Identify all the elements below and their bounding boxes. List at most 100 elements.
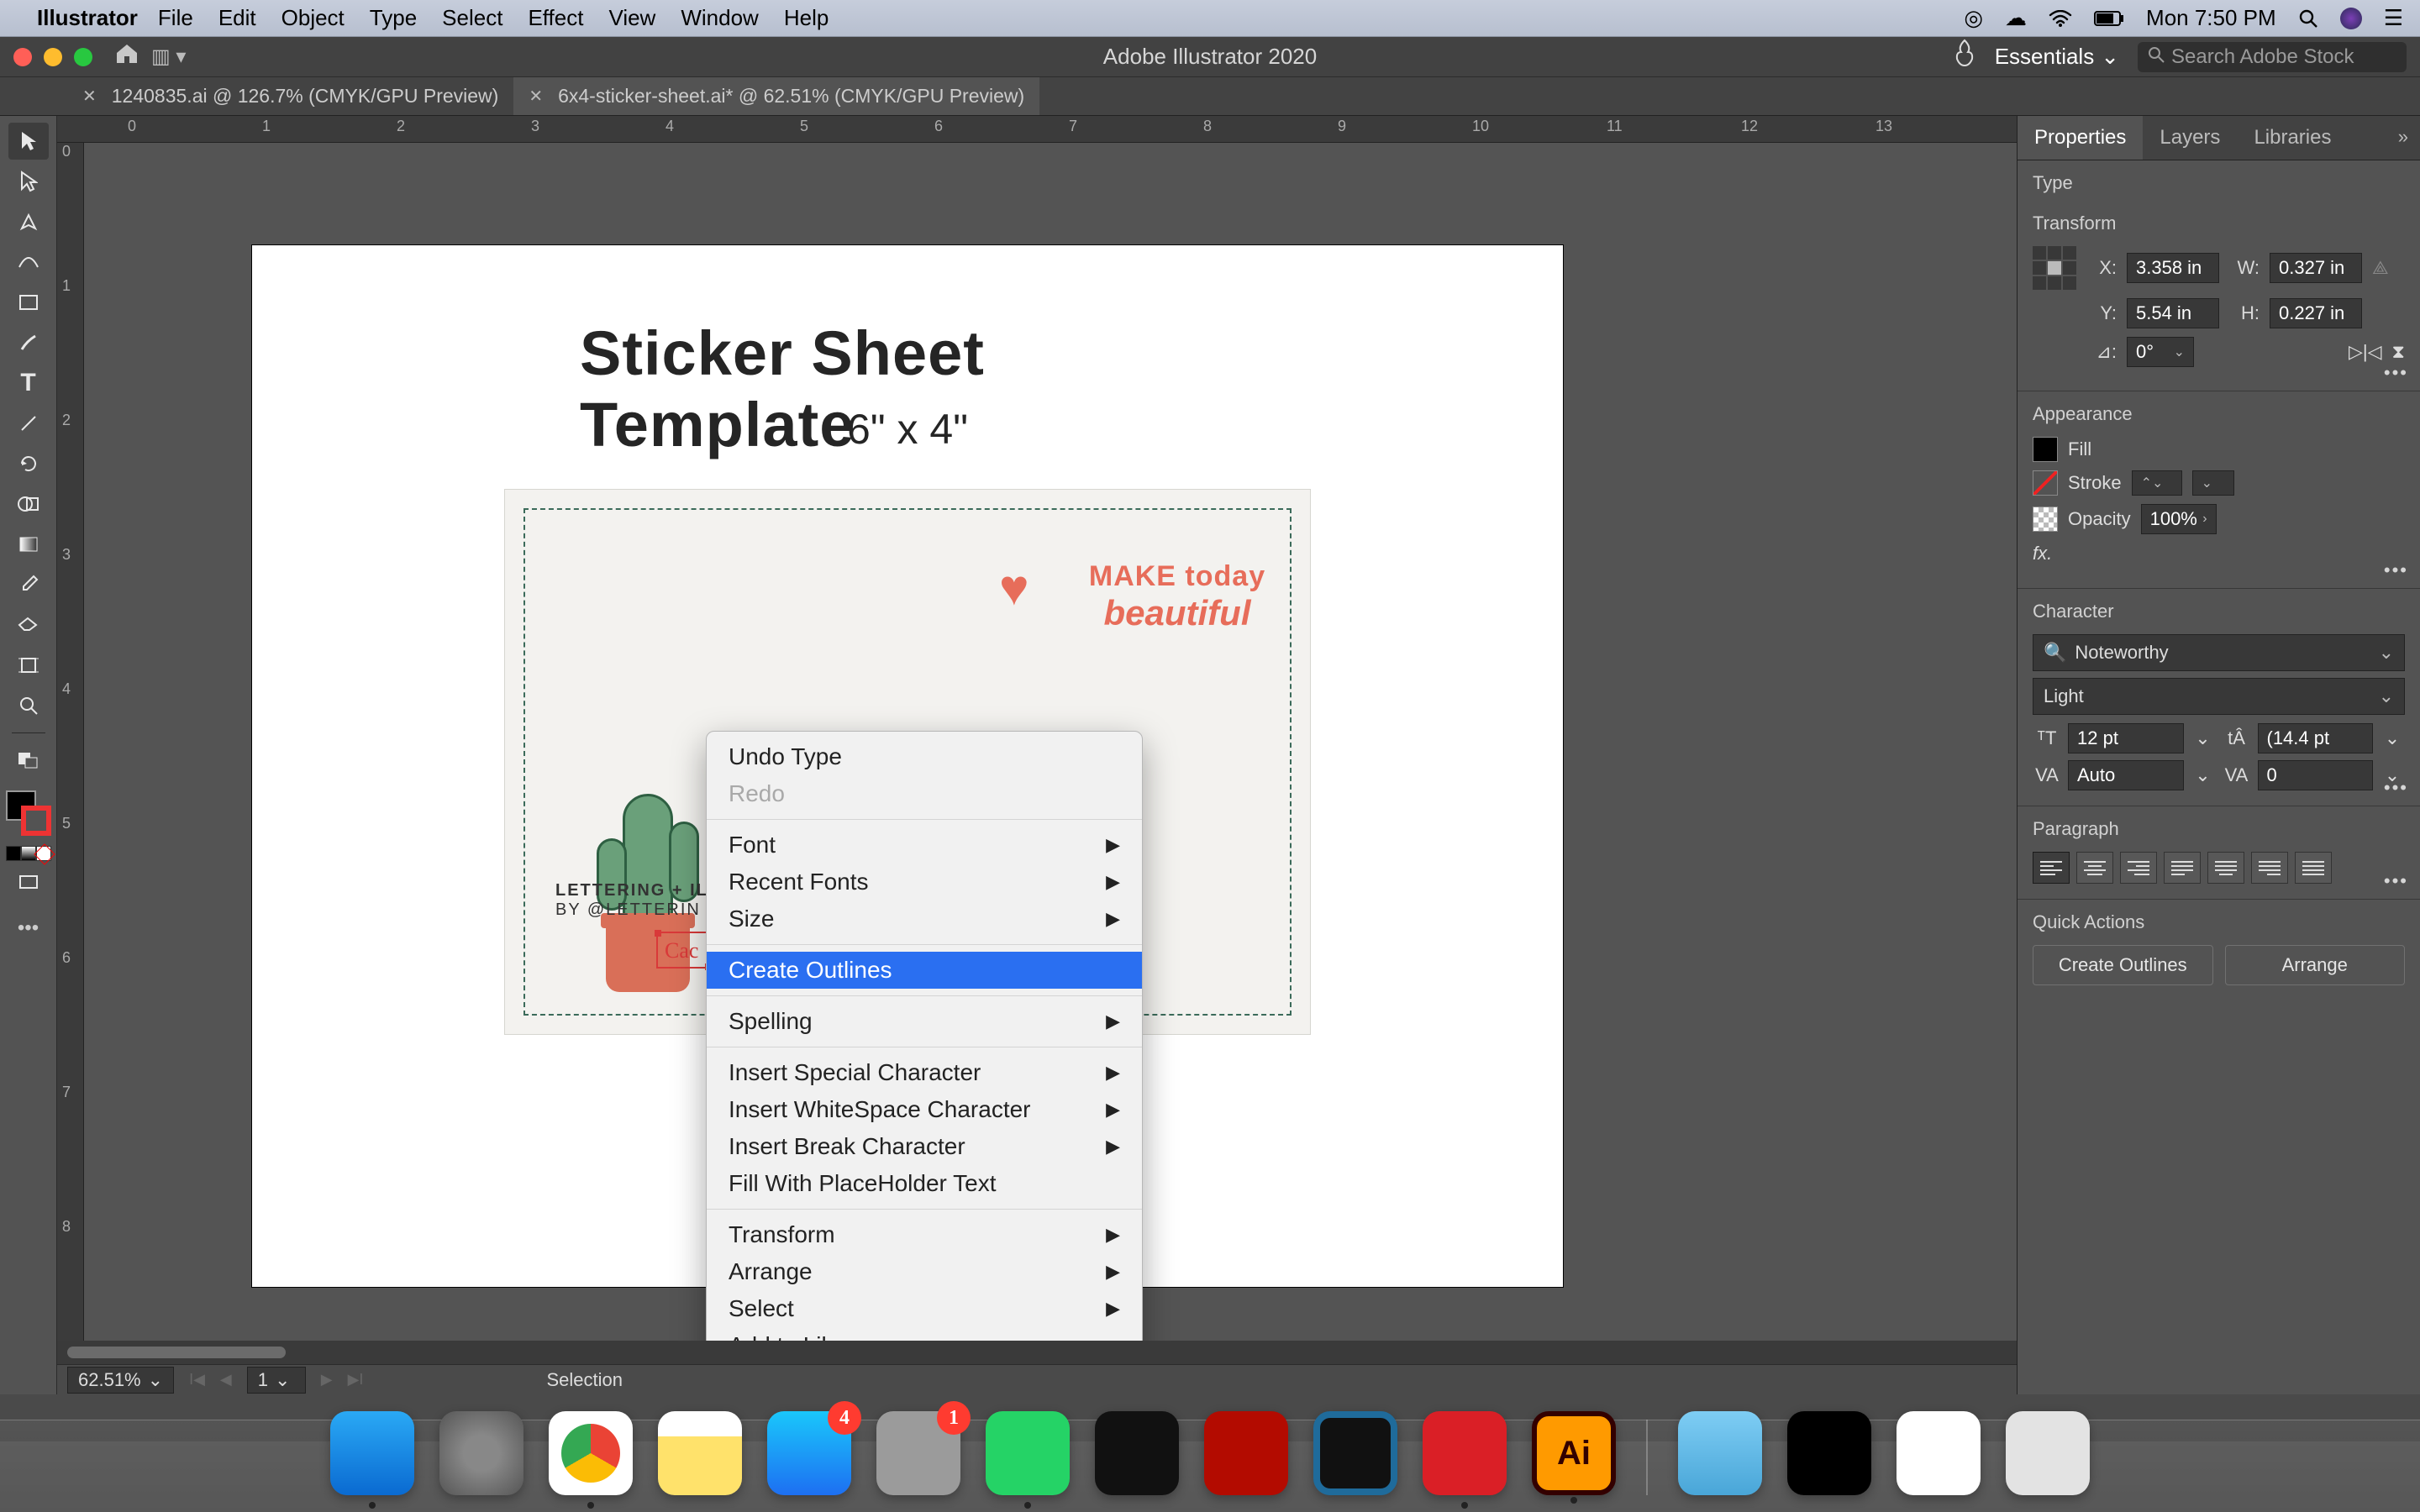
minimize-window-button[interactable] (44, 48, 62, 66)
dock-downloads-folder[interactable] (1678, 1411, 1762, 1495)
zoom-tool[interactable] (8, 687, 49, 724)
align-center-button[interactable] (2076, 852, 2113, 884)
ctx-font[interactable]: Font▶ (707, 827, 1142, 864)
justify-all-button[interactable] (2295, 852, 2332, 884)
stroke-profile-input[interactable]: ⌄ (2192, 470, 2234, 496)
ctx-insert-ws-char[interactable]: Insert WhiteSpace Character▶ (707, 1091, 1142, 1128)
dock-trash[interactable] (2006, 1411, 2090, 1495)
eyedropper-tool[interactable] (8, 566, 49, 603)
vertical-ruler[interactable]: 0 1 2 3 4 5 6 7 8 (57, 143, 84, 1341)
dock-creative-cloud[interactable] (1423, 1411, 1507, 1495)
dock-chrome[interactable] (549, 1411, 633, 1495)
lock-aspect-icon[interactable]: ⟁ (2372, 257, 2389, 279)
dock-launchpad[interactable] (439, 1411, 523, 1495)
tracking-input[interactable]: 0 (2258, 760, 2374, 790)
ctx-arrange[interactable]: Arrange▶ (707, 1253, 1142, 1290)
ctx-undo-type[interactable]: Undo Type (707, 738, 1142, 775)
color-mode-row[interactable] (6, 846, 51, 861)
ctx-insert-break-char[interactable]: Insert Break Character▶ (707, 1128, 1142, 1165)
scrollbar-thumb[interactable] (67, 1347, 286, 1358)
font-style-select[interactable]: Light ⌄ (2033, 678, 2405, 715)
dock-recent-app-1[interactable] (1787, 1411, 1871, 1495)
rotate-tool[interactable] (8, 445, 49, 482)
selection-tool[interactable] (8, 123, 49, 160)
dock-appstore[interactable]: 4 (767, 1411, 851, 1495)
panel-tab-libraries[interactable]: Libraries (2237, 116, 2348, 160)
adobe-stock-search[interactable]: Search Adobe Stock (2138, 42, 2407, 72)
ctx-spelling[interactable]: Spelling▶ (707, 1003, 1142, 1040)
control-center-icon[interactable]: ☰ (2384, 5, 2403, 31)
cloud-icon[interactable]: ☁ (2005, 5, 2027, 31)
height-input[interactable]: 0.227 in (2270, 298, 2362, 328)
draw-mode-icon[interactable] (8, 742, 49, 779)
document-tab-2[interactable]: ✕ 6x4-sticker-sheet.ai* @ 62.51% (CMYK/G… (513, 77, 1039, 115)
type-tool[interactable]: T (8, 365, 49, 402)
font-family-select[interactable]: 🔍 Noteworthy ⌄ (2033, 634, 2405, 671)
menu-type[interactable]: Type (370, 5, 417, 31)
ctx-select[interactable]: Select▶ (707, 1290, 1142, 1327)
more-options-icon[interactable]: ••• (2384, 362, 2408, 384)
menubar-app-name[interactable]: Illustrator (37, 5, 138, 31)
menu-edit[interactable]: Edit (218, 5, 256, 31)
dock-illustrator[interactable]: Ai (1532, 1411, 1616, 1495)
cc-status-icon[interactable]: ◎ (1964, 5, 1983, 31)
menu-effect[interactable]: Effect (528, 5, 583, 31)
close-tab-icon[interactable]: ✕ (529, 86, 543, 107)
workspace-switcher[interactable]: Essentials⌄ (1995, 44, 2119, 70)
width-input[interactable]: 0.327 in (2270, 253, 2362, 283)
menu-help[interactable]: Help (784, 5, 829, 31)
eraser-tool[interactable] (8, 606, 49, 643)
fill-color-swatch[interactable] (2033, 437, 2058, 462)
curvature-tool[interactable] (8, 244, 49, 281)
line-tool[interactable] (8, 405, 49, 442)
siri-icon[interactable] (2340, 8, 2362, 29)
flip-vertical-icon[interactable]: ⧗ (2392, 341, 2405, 363)
create-outlines-button[interactable]: Create Outlines (2033, 945, 2213, 985)
menubar-clock[interactable]: Mon 7:50 PM (2146, 5, 2276, 31)
dock-acrobat[interactable] (1204, 1411, 1288, 1495)
dock-finder[interactable] (330, 1411, 414, 1495)
shape-builder-tool[interactable] (8, 486, 49, 522)
artboard-tool[interactable] (8, 647, 49, 684)
align-left-button[interactable] (2033, 852, 2070, 884)
pen-tool[interactable] (8, 203, 49, 240)
home-icon[interactable] (114, 43, 139, 71)
font-size-input[interactable]: 12 pt (2068, 723, 2184, 753)
panel-tab-properties[interactable]: Properties (2018, 116, 2143, 160)
menu-window[interactable]: Window (681, 5, 758, 31)
fill-stroke-control[interactable] (6, 790, 51, 836)
stroke-weight-input[interactable]: ⌃⌄ (2132, 470, 2182, 496)
opacity-input[interactable]: 100%› (2141, 504, 2217, 534)
panel-tab-layers[interactable]: Layers (2143, 116, 2237, 160)
leading-input[interactable]: (14.4 pt (2258, 723, 2374, 753)
dock-quicktime[interactable] (1313, 1411, 1397, 1495)
menu-object[interactable]: Object (281, 5, 345, 31)
menu-view[interactable]: View (608, 5, 655, 31)
menu-file[interactable]: File (158, 5, 193, 31)
wifi-icon[interactable] (2049, 10, 2072, 27)
menu-select[interactable]: Select (442, 5, 502, 31)
close-window-button[interactable] (13, 48, 32, 66)
kerning-input[interactable]: Auto (2068, 760, 2184, 790)
ctx-add-to-library[interactable]: Add to Library (707, 1327, 1142, 1341)
ctx-size[interactable]: Size▶ (707, 900, 1142, 937)
gpu-hint-icon[interactable] (1953, 39, 1976, 75)
dock-notes[interactable] (658, 1411, 742, 1495)
selected-text-object[interactable]: Cac (656, 932, 710, 969)
artboard-number-field[interactable]: 1⌄ (247, 1367, 306, 1394)
opacity-swatch-icon[interactable] (2033, 507, 2058, 532)
dock-system-preferences[interactable]: 1 (876, 1411, 960, 1495)
zoom-window-button[interactable] (74, 48, 92, 66)
horizontal-ruler[interactable]: 0 1 2 3 4 5 6 7 8 9 10 11 12 13 (57, 116, 2017, 143)
spotlight-icon[interactable] (2298, 8, 2318, 29)
horizontal-scrollbar[interactable] (57, 1341, 2017, 1364)
direct-selection-tool[interactable] (8, 163, 49, 200)
more-options-icon[interactable]: ••• (2384, 777, 2408, 799)
flip-horizontal-icon[interactable]: ▷|◁ (2349, 341, 2382, 363)
more-options-icon[interactable]: ••• (2384, 870, 2408, 892)
dock-whatsapp[interactable] (986, 1411, 1070, 1495)
stroke-color-swatch[interactable] (2033, 470, 2058, 496)
ctx-create-outlines[interactable]: Create Outlines (707, 952, 1142, 989)
zoom-level-field[interactable]: 62.51%⌄ (67, 1367, 174, 1394)
justify-center-button[interactable] (2207, 852, 2244, 884)
